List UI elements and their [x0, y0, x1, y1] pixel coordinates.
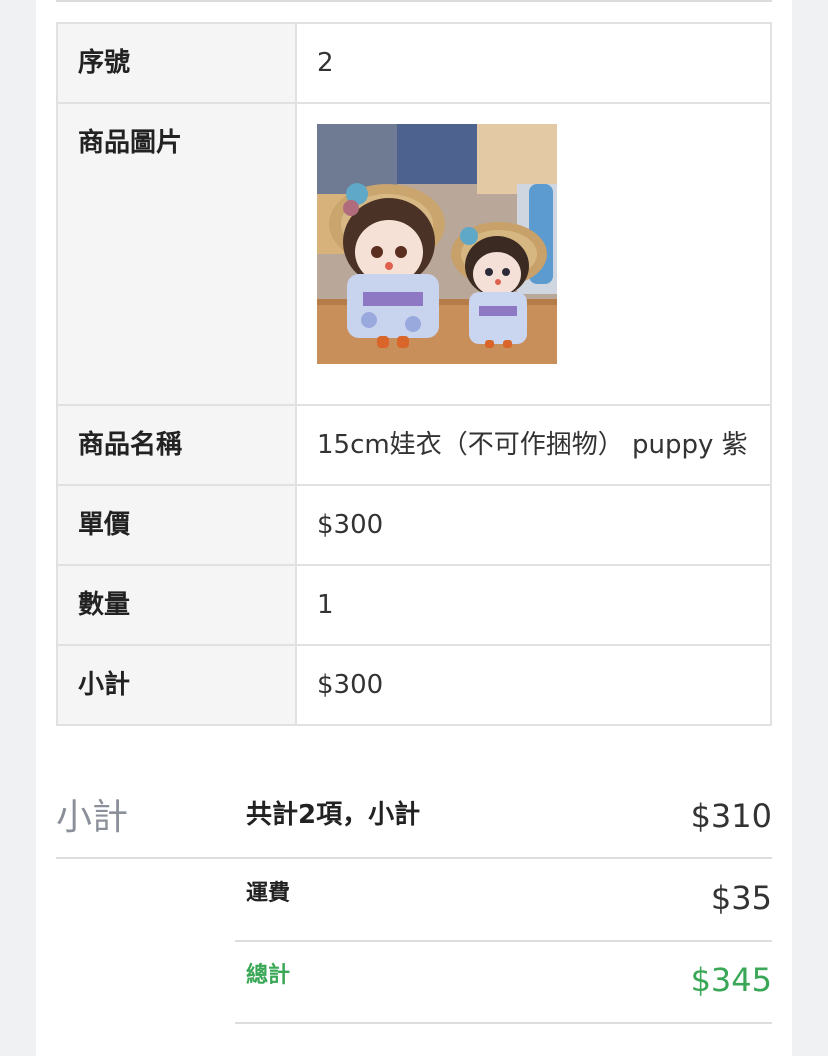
product-name[interactable]: 15cm娃衣（不可作捆物） puppy 紫	[295, 404, 772, 486]
doll-photo-icon	[317, 124, 557, 364]
quantity-label: 數量	[56, 564, 297, 646]
shipping-value: $35	[710, 879, 772, 917]
summary-subtotal-label: 共計2項，小計	[246, 800, 421, 830]
table-row-name: 商品名稱 15cm娃衣（不可作捆物） puppy 紫	[56, 404, 772, 486]
item-detail-table: 序號 2 商品圖片 商品名稱 15cm娃衣（不可作捆物） puppy 紫 單價 …	[56, 22, 772, 726]
table-row-subtotal: 小計 $300	[56, 644, 772, 726]
divider	[235, 1022, 772, 1024]
price-value: $300	[295, 484, 772, 566]
table-row-price: 單價 $300	[56, 484, 772, 566]
summary-total-row: 總計 $345	[235, 942, 772, 1024]
table-row-image: 商品圖片	[56, 102, 772, 406]
summary-shipping-row: 運費 $35	[235, 860, 772, 942]
price-label: 單價	[56, 484, 297, 566]
summary-subtotal-value: $310	[690, 797, 772, 835]
quantity-value: 1	[295, 564, 772, 646]
table-row-quantity: 數量 1	[56, 564, 772, 646]
name-label: 商品名稱	[56, 404, 297, 486]
order-card: 序號 2 商品圖片 商品名稱 15cm娃衣（不可作捆物） puppy 紫 單價 …	[36, 0, 792, 1056]
summary-subtotal-row: 共計2項，小計 $310	[235, 778, 772, 858]
summary-title: 小計	[56, 797, 129, 838]
image-label: 商品圖片	[56, 102, 297, 406]
product-image[interactable]	[317, 124, 557, 364]
table-row-index: 序號 2	[56, 22, 772, 104]
total-label: 總計	[246, 963, 291, 988]
divider	[56, 0, 772, 2]
item-subtotal-value: $300	[295, 644, 772, 726]
item-subtotal-label: 小計	[56, 644, 297, 726]
index-value: 2	[295, 22, 772, 104]
index-label: 序號	[56, 22, 297, 104]
total-value: $345	[690, 961, 772, 999]
shipping-label: 運費	[246, 881, 291, 906]
